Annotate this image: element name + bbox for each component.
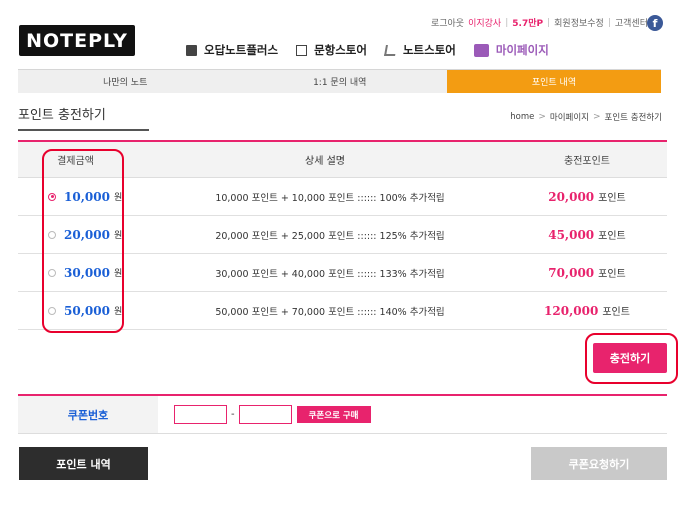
- charge-button[interactable]: 충전하기: [593, 343, 667, 373]
- coupon-input-1[interactable]: [174, 405, 227, 424]
- main-nav: 오답노트플러스 문항스토어 노트스토어 마이페이지: [186, 42, 567, 58]
- col-description: 상세 설명: [305, 156, 345, 167]
- coupon-purchase-button[interactable]: 쿠폰으로 구매: [296, 406, 371, 423]
- points-unit: 포인트: [598, 193, 626, 204]
- points-unit: 포인트: [598, 231, 626, 242]
- tab-point-history[interactable]: 포인트 내역: [447, 70, 661, 93]
- sub-tabs: 나만의 노트 1:1 문의 내역 포인트 내역: [18, 69, 661, 93]
- nav-question-store[interactable]: 문항스토어: [296, 42, 367, 58]
- nav-label: 문항스토어: [314, 43, 367, 57]
- book-icon: [186, 44, 197, 56]
- tab-my-notes[interactable]: 나만의 노트: [18, 70, 233, 93]
- point-balance[interactable]: 5.7만P: [508, 16, 547, 29]
- edit-profile-link[interactable]: 회원정보수정: [550, 16, 608, 29]
- coupon-row: 쿠폰번호 - 쿠폰으로 구매: [18, 394, 667, 434]
- support-link[interactable]: 고객센터: [611, 16, 652, 29]
- cart-icon: [383, 44, 397, 56]
- chevron-right-icon: >: [538, 112, 546, 122]
- points-value: 120,000: [544, 304, 599, 318]
- point-history-button[interactable]: 포인트 내역: [19, 447, 148, 480]
- tab-inquiries[interactable]: 1:1 문의 내역: [233, 70, 448, 93]
- coupon-separator: -: [231, 409, 235, 420]
- nav-note-store[interactable]: 노트스토어: [383, 42, 456, 58]
- points-value: 20,000: [548, 190, 595, 204]
- breadcrumb-mypage[interactable]: 마이페이지: [550, 111, 589, 123]
- nav-my-page[interactable]: 마이페이지: [473, 42, 549, 58]
- breadcrumb-home[interactable]: home: [510, 112, 534, 122]
- username: 이지강사: [468, 19, 502, 29]
- points-unit: 포인트: [602, 307, 630, 318]
- breadcrumb: home > 마이페이지 > 포인트 충전하기: [510, 111, 662, 123]
- row-description: 50,000 포인트 + 70,000 포인트 :::::: 140% 추가적립: [215, 306, 445, 318]
- nav-wrong-note-plus[interactable]: 오답노트플러스: [186, 42, 278, 58]
- row-description: 10,000 포인트 + 10,000 포인트 :::::: 100% 추가적립: [215, 192, 445, 204]
- page-title: 포인트 충전하기: [18, 104, 149, 131]
- coupon-input-2[interactable]: [238, 405, 292, 424]
- coupon-label: 쿠폰번호: [18, 396, 158, 433]
- facebook-icon[interactable]: f: [647, 15, 663, 31]
- breadcrumb-current: 포인트 충전하기: [604, 113, 662, 123]
- points-value: 70,000: [548, 266, 595, 280]
- col-points: 충전포인트: [564, 156, 610, 167]
- checkbox-icon: [296, 44, 308, 56]
- highlight-amount-column: [42, 149, 124, 333]
- logo[interactable]: NOTEPLY: [19, 25, 135, 56]
- nav-label: 오답노트플러스: [204, 43, 279, 57]
- row-description: 20,000 포인트 + 25,000 포인트 :::::: 125% 추가적립: [215, 230, 445, 242]
- utility-nav: 로그아웃 이지강사 | 5.7만P | 회원정보수정 | 고객센터: [427, 16, 652, 30]
- points-value: 45,000: [548, 228, 595, 242]
- nav-label: 마이페이지: [495, 43, 549, 57]
- person-icon: [473, 43, 489, 57]
- coupon-request-button[interactable]: 쿠폰요청하기: [531, 447, 667, 480]
- points-unit: 포인트: [598, 269, 626, 280]
- nav-label: 노트스토어: [402, 43, 456, 57]
- row-description: 30,000 포인트 + 40,000 포인트 :::::: 133% 추가적립: [215, 268, 445, 280]
- chevron-right-icon: >: [593, 112, 601, 122]
- logout-link[interactable]: 로그아웃: [427, 16, 468, 29]
